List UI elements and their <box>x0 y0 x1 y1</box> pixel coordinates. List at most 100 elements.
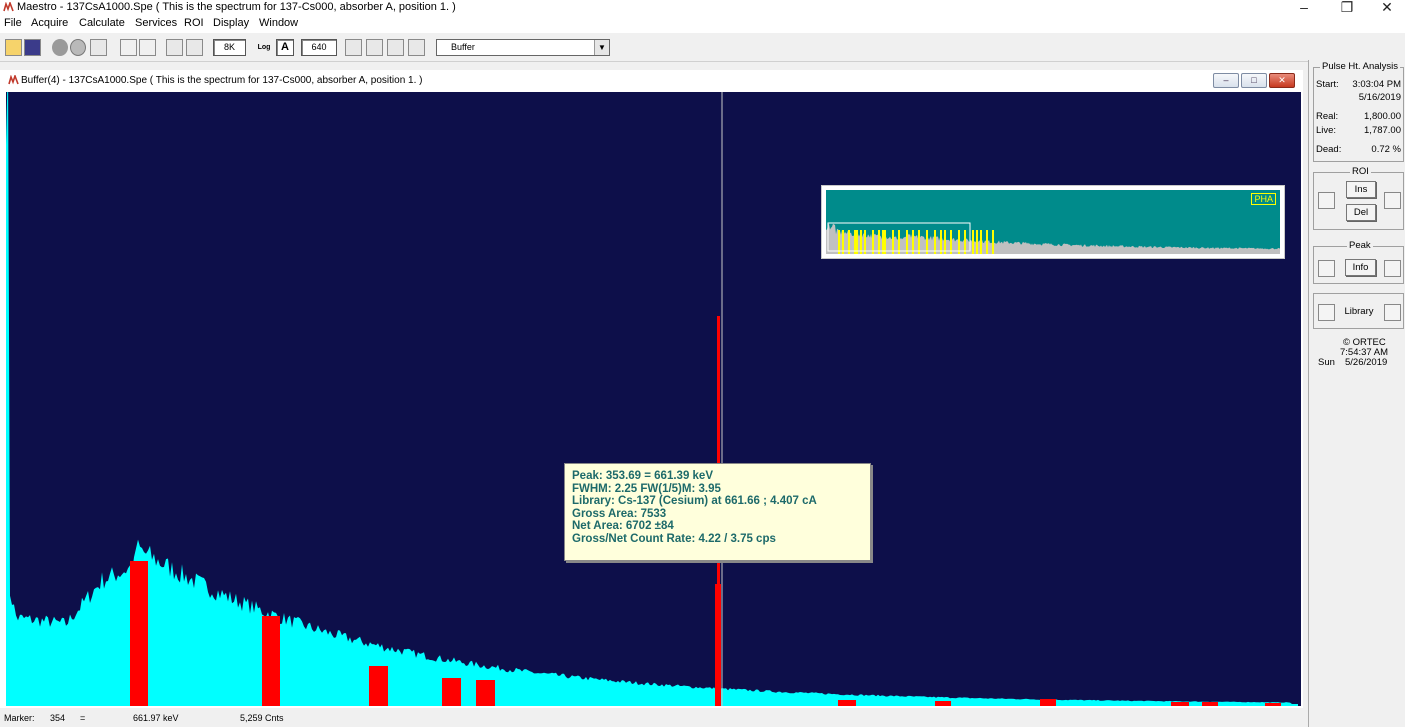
pha-label: PHA <box>1251 193 1276 205</box>
full-view-icon[interactable] <box>408 39 425 56</box>
clock-day: Sun <box>1318 357 1335 368</box>
live-label: Live: <box>1316 125 1337 136</box>
save-icon[interactable] <box>24 39 41 56</box>
status-bar: Marker: 354 = 661.97 keV 5,259 Cnts <box>0 710 1303 727</box>
center-icon[interactable] <box>387 39 404 56</box>
inset-roi-mark <box>980 230 982 254</box>
inset-roi-mark <box>940 230 942 254</box>
roi-region[interactable] <box>130 561 148 706</box>
spectrum-plot-area[interactable]: PHA Peak: 353.69 = 661.39 keV FWHM: 2.25… <box>6 92 1301 706</box>
spectrum-window-title: Buffer(4) - 137CsA1000.Spe ( This is the… <box>21 75 423 86</box>
close-button[interactable]: ✕ <box>1372 0 1402 15</box>
inset-roi-mark <box>964 230 966 254</box>
inset-roi-mark <box>926 230 928 254</box>
clock-date: 5/26/2019 <box>1345 357 1388 368</box>
library-next-icon[interactable] <box>1384 304 1401 321</box>
start-time: 3:03:04 PM <box>1352 79 1401 90</box>
toolbar: 8K Log A 640 Buffer ▼ <box>0 34 1405 62</box>
minimize-button[interactable]: – <box>1289 0 1319 15</box>
menu-services[interactable]: Services <box>135 17 177 29</box>
menu-acquire[interactable]: Acquire <box>31 17 68 29</box>
menu-file[interactable]: File <box>4 17 22 29</box>
clock-group: © ORTEC 7:54:37 AM Sun 5/26/2019 <box>1313 335 1404 375</box>
peak-next-icon[interactable] <box>1384 260 1401 277</box>
start-icon[interactable] <box>52 39 68 56</box>
zoom-out-icon[interactable] <box>366 39 383 56</box>
mdi-minimize-button[interactable]: – <box>1213 73 1239 88</box>
inset-roi-mark <box>842 230 844 254</box>
channels-box[interactable]: 8K <box>213 39 246 56</box>
roi-delete-button[interactable]: Del <box>1346 204 1376 221</box>
inset-plot-area[interactable]: PHA <box>826 190 1280 254</box>
stop-icon[interactable] <box>70 39 86 56</box>
start-date: 5/16/2019 <box>1358 92 1401 103</box>
inset-roi-mark <box>986 230 988 254</box>
status-sidebar: Pulse Ht. Analysis Start: 3:03:04 PM 5/1… <box>1308 60 1405 727</box>
mark-peak-icon[interactable] <box>166 39 183 56</box>
roi-region[interactable] <box>262 616 280 706</box>
roi-group-title: ROI <box>1350 166 1371 177</box>
clear-icon[interactable] <box>90 39 107 56</box>
roi-region[interactable] <box>935 701 951 706</box>
inset-roi-mark <box>918 230 920 254</box>
marker-energy: 661.97 keV <box>133 713 179 723</box>
inset-roi-mark <box>934 230 936 254</box>
tooltip-gross-area: Gross Area: 7533 <box>572 507 667 520</box>
roi-region[interactable] <box>442 678 461 706</box>
marker-equals: = <box>80 713 86 723</box>
inset-roi-mark <box>976 230 978 254</box>
roi-clear-icon[interactable] <box>139 39 156 56</box>
chevron-down-icon[interactable]: ▼ <box>594 40 609 55</box>
maestro-app-icon <box>3 2 14 12</box>
window-title: Maestro - 137CsA1000.Spe ( This is the s… <box>17 1 456 13</box>
roi-region[interactable] <box>369 666 388 706</box>
roi-region[interactable] <box>1265 703 1281 706</box>
title-bar: Maestro - 137CsA1000.Spe ( This is the s… <box>0 0 1405 16</box>
roi-previous-icon[interactable] <box>1318 192 1335 209</box>
auto-scale-button[interactable]: A <box>276 39 294 56</box>
roi-region[interactable] <box>1202 702 1218 706</box>
inset-spectrum <box>826 223 1280 254</box>
peak-previous-icon[interactable] <box>1318 260 1335 277</box>
open-icon[interactable] <box>5 39 22 56</box>
pulse-height-analysis-group: Pulse Ht. Analysis Start: 3:03:04 PM 5/1… <box>1313 61 1404 162</box>
roi-region[interactable] <box>1040 699 1056 706</box>
inset-roi-mark <box>958 230 960 254</box>
pha-group-title: Pulse Ht. Analysis <box>1320 61 1401 72</box>
menu-display[interactable]: Display <box>213 17 249 29</box>
library-previous-icon[interactable] <box>1318 304 1335 321</box>
library-button[interactable]: Library <box>1340 304 1378 321</box>
roi-next-icon[interactable] <box>1384 192 1401 209</box>
inset-roi-mark <box>950 230 952 254</box>
roi-region[interactable] <box>476 680 495 706</box>
unmark-peak-icon[interactable] <box>186 39 203 56</box>
mdi-restore-button[interactable]: □ <box>1241 73 1267 88</box>
menu-roi[interactable]: ROI <box>184 17 204 29</box>
menu-window[interactable]: Window <box>259 17 298 29</box>
roi-icon[interactable] <box>120 39 137 56</box>
menu-calculate[interactable]: Calculate <box>79 17 125 29</box>
tooltip-count-rate: Gross/Net Count Rate: 4.22 / 3.75 cps <box>572 532 776 545</box>
zoom-in-icon[interactable] <box>345 39 362 56</box>
peak-info-button[interactable]: Info <box>1345 259 1376 276</box>
full-spectrum-inset[interactable]: PHA <box>821 185 1285 259</box>
spectrum-window: Buffer(4) - 137CsA1000.Spe ( This is the… <box>0 70 1303 708</box>
roi-insert-button[interactable]: Ins <box>1346 181 1376 198</box>
mdi-close-button[interactable]: ✕ <box>1269 73 1295 88</box>
detector-select[interactable]: Buffer ▼ <box>436 39 610 56</box>
inset-roi-mark <box>848 230 850 254</box>
inset-roi-mark <box>882 230 884 254</box>
inset-roi-mark <box>972 230 974 254</box>
roi-region[interactable] <box>1171 702 1189 706</box>
roi-region[interactable] <box>838 700 856 706</box>
inset-roi-mark <box>912 230 914 254</box>
restore-button[interactable]: ❐ <box>1332 0 1362 15</box>
dead-time-value: 0.72 % <box>1371 144 1401 155</box>
inset-roi-mark <box>992 230 994 254</box>
inset-roi-mark <box>856 230 858 254</box>
peak-group-title: Peak <box>1347 240 1373 251</box>
marker-label: Marker: <box>4 713 35 723</box>
inset-roi-mark <box>864 230 866 254</box>
log-button[interactable]: Log <box>255 39 273 56</box>
vertical-scale-box[interactable]: 640 <box>301 39 337 56</box>
